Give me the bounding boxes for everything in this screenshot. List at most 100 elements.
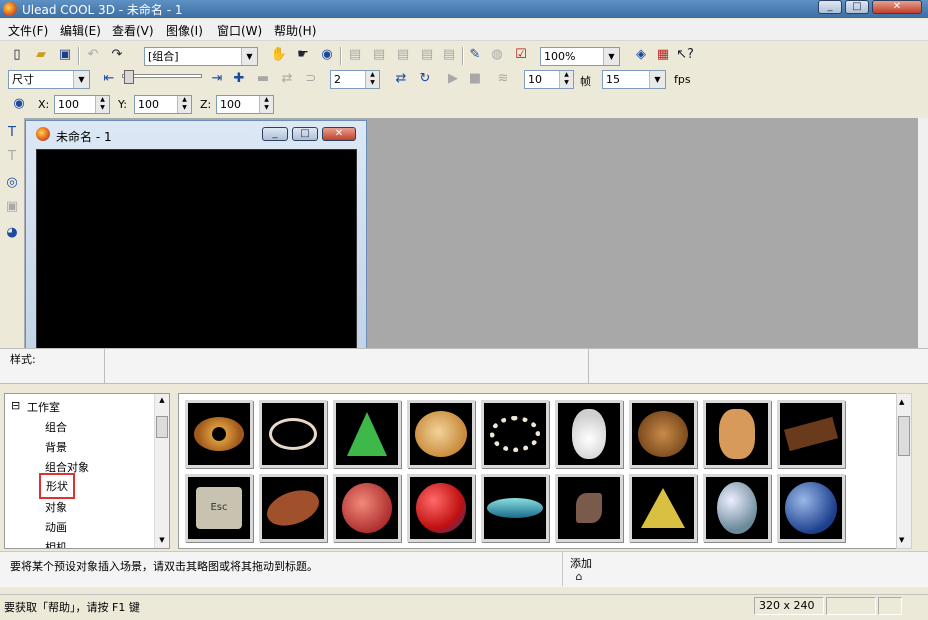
object-select-combo[interactable]: [组合] ▼ bbox=[144, 47, 258, 66]
preset-cone[interactable] bbox=[333, 400, 401, 468]
stop-icon[interactable]: ■ bbox=[466, 70, 484, 88]
gallery-scrollbar[interactable]: ▲ ▼ bbox=[896, 393, 912, 549]
remove-keyframe-icon[interactable]: ▬ bbox=[254, 70, 272, 88]
timeline-slider[interactable] bbox=[122, 74, 202, 78]
preset-football[interactable] bbox=[259, 474, 327, 542]
fps-combo[interactable]: 15 ▼ bbox=[602, 70, 666, 89]
basketball-icon bbox=[342, 483, 392, 533]
play-icon[interactable]: ▶ bbox=[444, 70, 462, 88]
align-left-icon[interactable]: ▤ bbox=[418, 46, 436, 64]
smooth-icon[interactable]: ⊃ bbox=[302, 70, 320, 88]
preset-snowman[interactable] bbox=[555, 400, 623, 468]
menu-view[interactable]: 查看(V) bbox=[112, 22, 154, 39]
zoom-combo[interactable]: 100% ▼ bbox=[540, 47, 620, 66]
align-bottom-icon[interactable]: ▤ bbox=[394, 46, 412, 64]
checkbox-tool-icon[interactable]: ☑ bbox=[512, 46, 530, 64]
preset-face-pyramid[interactable] bbox=[629, 474, 697, 542]
save-icon[interactable]: ▣ bbox=[56, 46, 74, 64]
y-spinner[interactable]: 100 ▲ ▼ bbox=[134, 95, 192, 114]
preset-ball[interactable] bbox=[407, 474, 475, 542]
status-pane-3 bbox=[878, 597, 902, 615]
loop-icon[interactable]: ⇄ bbox=[392, 70, 410, 88]
workspace-scrollbar[interactable] bbox=[918, 118, 928, 348]
camera-icon[interactable]: ◕ bbox=[3, 224, 21, 242]
preset-basketball[interactable] bbox=[333, 474, 401, 542]
menu-bar: 文件(F) 编辑(E) 查看(V) 图像(I) 窗口(W) 帮助(H) bbox=[0, 19, 928, 41]
tree-item-background[interactable]: 背景 bbox=[45, 439, 67, 455]
menu-image[interactable]: 图像(I) bbox=[166, 22, 203, 39]
preset-gingerbread[interactable] bbox=[703, 400, 771, 468]
move-object-icon[interactable]: ◉ bbox=[10, 95, 28, 113]
earth-globe-icon bbox=[785, 482, 837, 534]
chevron-down-icon[interactable]: ▼ bbox=[603, 48, 619, 65]
image-export-icon[interactable]: ◈ bbox=[632, 46, 650, 64]
tree-item-shape[interactable]: 形状 bbox=[39, 473, 75, 499]
align-right-icon[interactable]: ▤ bbox=[440, 46, 458, 64]
z-spinner[interactable]: 100 ▲ ▼ bbox=[216, 95, 274, 114]
undo-icon[interactable]: ↶ bbox=[84, 46, 102, 64]
preset-ring[interactable] bbox=[259, 400, 327, 468]
tree-item-camera[interactable]: 相机 bbox=[45, 539, 67, 548]
reverse-icon[interactable]: ⇄ bbox=[278, 70, 296, 88]
preset-bear[interactable] bbox=[629, 400, 697, 468]
align-middle-icon[interactable]: ▤ bbox=[370, 46, 388, 64]
doc-minimize-button[interactable]: _ bbox=[262, 127, 288, 141]
add-button[interactable]: ⌂ bbox=[570, 568, 588, 586]
select-object-icon[interactable]: ▣ bbox=[3, 198, 21, 216]
tree-expander-icon[interactable]: ⊟ bbox=[11, 399, 20, 412]
wizard-icon[interactable]: ✎ bbox=[466, 46, 484, 64]
preset-pearl-necklace[interactable] bbox=[481, 400, 549, 468]
preset-donut[interactable] bbox=[185, 400, 253, 468]
maximize-button[interactable]: □ bbox=[845, 0, 869, 14]
fit-view-icon[interactable]: ◉ bbox=[318, 46, 336, 64]
preset-esc-key[interactable]: Esc bbox=[185, 474, 253, 542]
chevron-down-icon[interactable]: ▼ bbox=[73, 71, 89, 88]
preset-spinning-top[interactable] bbox=[481, 474, 549, 542]
preset-earth-globe[interactable] bbox=[777, 474, 845, 542]
new-file-icon[interactable]: ▯ bbox=[8, 46, 26, 64]
tree-scrollbar[interactable]: ▲ ▼ bbox=[154, 394, 169, 548]
context-help-icon[interactable]: ↖? bbox=[676, 46, 694, 64]
rotate-hand-icon[interactable]: ☛ bbox=[294, 46, 312, 64]
menu-file[interactable]: 文件(F) bbox=[8, 22, 48, 39]
motion-icon[interactable]: ≋ bbox=[494, 70, 512, 88]
web-icon[interactable]: ◍ bbox=[488, 46, 506, 64]
render-canvas[interactable] bbox=[36, 149, 357, 349]
preset-seashell[interactable] bbox=[555, 474, 623, 542]
add-keyframe-icon[interactable]: ✚ bbox=[230, 70, 248, 88]
tree-root[interactable]: 工作室 bbox=[27, 399, 60, 415]
frame-count-spinner[interactable]: 10 ▲ ▼ bbox=[524, 70, 574, 89]
preset-swirl-bun[interactable] bbox=[407, 400, 475, 468]
menu-help[interactable]: 帮助(H) bbox=[274, 22, 316, 39]
preset-chocolate-bar[interactable] bbox=[777, 400, 845, 468]
insert-object-icon[interactable]: ◎ bbox=[3, 174, 21, 192]
preset-egg[interactable] bbox=[703, 474, 771, 542]
close-button[interactable]: ✕ bbox=[872, 0, 922, 14]
tree-item-object[interactable]: 对象 bbox=[45, 499, 67, 515]
doc-maximize-button[interactable]: □ bbox=[292, 127, 318, 141]
last-frame-icon[interactable]: ⇥ bbox=[208, 70, 226, 88]
redo-icon[interactable]: ↷ bbox=[108, 46, 126, 64]
z-label: Z: bbox=[200, 98, 212, 111]
x-spinner[interactable]: 100 ▲ ▼ bbox=[54, 95, 110, 114]
text-tool-icon[interactable]: T bbox=[3, 124, 21, 142]
frame-spinner[interactable]: 2 ▲ ▼ bbox=[330, 70, 380, 89]
menu-window[interactable]: 窗口(W) bbox=[217, 22, 262, 39]
minimize-button[interactable]: _ bbox=[818, 0, 842, 14]
chevron-down-icon[interactable]: ▼ bbox=[649, 71, 665, 88]
animation-toolbar: 尺寸 ▼ ⇤ ⇥ ✚ ▬ ⇄ ⊃ 2 ▲ ▼ ⇄ ↻ ▶ ■ ≋ 10 ▲ ▼ 帧 15 ▼… bbox=[0, 68, 928, 92]
chevron-down-icon[interactable]: ▼ bbox=[241, 48, 257, 65]
open-folder-icon[interactable]: ▰ bbox=[32, 46, 50, 64]
hand-tool-icon[interactable]: ✋ bbox=[270, 46, 288, 64]
tree-item-animation[interactable]: 动画 bbox=[45, 519, 67, 535]
timeline-slider-thumb[interactable] bbox=[124, 70, 134, 84]
tree-item-combo[interactable]: 组合 bbox=[45, 419, 67, 435]
render-icon[interactable]: ▦ bbox=[654, 46, 672, 64]
edit-text-icon[interactable]: T bbox=[3, 148, 21, 166]
menu-edit[interactable]: 编辑(E) bbox=[60, 22, 101, 39]
doc-close-button[interactable]: ✕ bbox=[322, 127, 356, 141]
align-top-icon[interactable]: ▤ bbox=[346, 46, 364, 64]
first-frame-icon[interactable]: ⇤ bbox=[100, 70, 118, 88]
refresh-icon[interactable]: ↻ bbox=[416, 70, 434, 88]
size-combo[interactable]: 尺寸 ▼ bbox=[8, 70, 90, 89]
